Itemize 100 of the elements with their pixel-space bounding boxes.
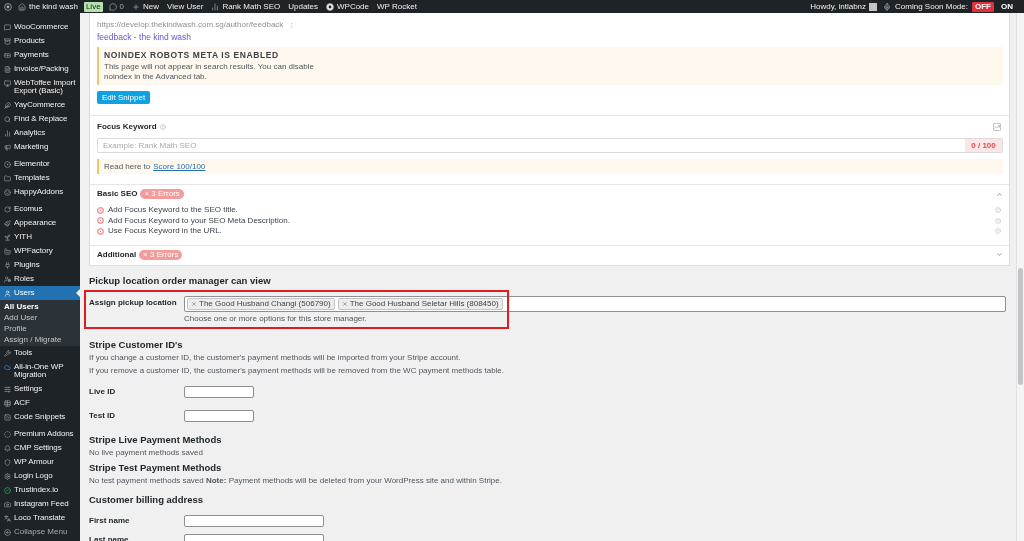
monitor-icon — [4, 79, 11, 87]
submenu-item[interactable]: All Users — [0, 301, 80, 312]
sidebar-item[interactable]: Premium Addons — [0, 427, 80, 441]
selected-tag[interactable]: The Good Husband Changi (506790) — [187, 297, 335, 310]
field-label: Test ID — [89, 410, 117, 421]
notice-title: NOINDEX ROBOTS META IS ENABLED — [104, 50, 280, 60]
sidebar-item[interactable]: HappyAddons — [0, 185, 80, 199]
section-title: Additional — [97, 249, 137, 260]
pickup-select[interactable]: The Good Husband Changi (506790) The Good Husband Seletar Hills (808450) — [184, 295, 1006, 312]
folder-icon — [4, 174, 11, 182]
table-icon — [4, 399, 11, 407]
chat-bubble-icon — [4, 23, 11, 31]
text-input[interactable] — [184, 385, 254, 398]
feather-icon — [4, 101, 11, 109]
section-title: Basic SEO — [97, 189, 138, 199]
sidebar-item[interactable]: Marketing — [0, 140, 80, 154]
submenu-item[interactable]: Assign / Migrate — [0, 334, 80, 345]
toolbar-link[interactable]: Updates — [286, 0, 320, 13]
section-heading: Stripe Live Payment Methods — [89, 433, 223, 445]
sidebar-item[interactable]: ACF — [0, 396, 80, 410]
toolbar-link[interactable]: WP Rocket — [375, 0, 419, 13]
toolbar-link[interactable]: New — [130, 0, 162, 13]
sidebar-item[interactable]: Templates — [0, 171, 80, 185]
sidebar-item[interactable]: CMP Settings — [0, 441, 80, 455]
section-heading: Pickup location order manager can view — [89, 274, 272, 286]
help-icon[interactable] — [995, 228, 1001, 235]
sidebar-item[interactable]: Elementor — [0, 157, 80, 171]
shield-icon — [4, 458, 11, 466]
bell-icon — [4, 444, 11, 452]
sidebar-item[interactable]: Invoice/Packing — [0, 62, 80, 76]
mode-label: Coming Soon Mode: — [895, 1, 968, 12]
sidebar-item[interactable]: WP Armour — [0, 455, 80, 469]
sidebar-item[interactable]: Users — [0, 286, 80, 300]
trend-chart-icon[interactable] — [993, 123, 1001, 131]
section-heading: Customer billing address — [89, 493, 205, 505]
sidebar-item[interactable]: Instagram Feed — [0, 497, 80, 511]
check-text: Use Focus Keyword in the URL. — [108, 226, 222, 237]
submenu-item[interactable]: Add User — [0, 312, 80, 323]
sidebar-item[interactable]: All-in-One WP Migration — [0, 360, 80, 382]
sidebar-item[interactable]: Find & Replace — [0, 112, 80, 126]
document-icon — [4, 65, 11, 73]
page-title-link[interactable]: feedback - the kind wash — [97, 32, 192, 42]
help-text: No live payment methods saved — [89, 447, 204, 458]
field-label: Last name — [89, 534, 130, 541]
mode-toggle-option[interactable]: ON — [998, 1, 1016, 12]
x-icon[interactable] — [191, 300, 197, 307]
toolbar-link[interactable]: View User — [165, 0, 206, 13]
x-icon[interactable] — [341, 300, 348, 307]
circle-logo-icon[interactable] — [4, 2, 12, 11]
scrollbar[interactable] — [1016, 13, 1024, 541]
scrollbar-thumb[interactable] — [1018, 268, 1023, 385]
help-text: No test payment methods saved Note: Payment methods will be deleted from your WordPress site and within Stripe. — [89, 475, 503, 486]
sidebar-item[interactable]: Payments — [0, 48, 80, 62]
toolbar-link[interactable]: WPCode — [324, 0, 371, 13]
mode-toggle-option[interactable]: OFF — [972, 1, 994, 12]
help-icon[interactable] — [995, 207, 1001, 214]
text-input[interactable] — [184, 409, 254, 422]
sidebar-item[interactable]: Analytics — [0, 126, 80, 140]
sidebar-item[interactable]: Code Snippets — [0, 410, 80, 424]
section-heading: Stripe Test Payment Methods — [89, 461, 223, 473]
wrench-icon — [4, 349, 11, 357]
sidebar-item[interactable]: Plugins — [0, 258, 80, 272]
sidebar-item[interactable]: Tools — [0, 346, 80, 360]
help-text: If you change a customer ID, the customer's payment methods will be imported from your Stripe account. — [89, 352, 462, 363]
sidebar-item[interactable]: YayCommerce — [0, 98, 80, 112]
smiley-icon — [4, 188, 11, 196]
toolbar-link[interactable]: Rank Math SEO — [209, 0, 283, 13]
selected-tag[interactable]: The Good Husband Seletar Hills (808450) — [337, 297, 503, 310]
field-label: First name — [89, 515, 131, 526]
sidebar-item[interactable]: Products — [0, 34, 80, 48]
help-icon[interactable] — [159, 124, 166, 130]
site-name-link[interactable]: the kind wash — [16, 0, 80, 13]
field-label: Focus Keyword — [97, 122, 157, 132]
account-menu[interactable]: Howdy, intlabnz — [808, 0, 880, 13]
submenu-item[interactable]: Profile — [0, 323, 80, 334]
sidebar-item[interactable]: YITH — [0, 230, 80, 244]
sidebar-item[interactable]: Trustindex.io — [0, 483, 80, 497]
sidebar-item[interactable]: WPFactory — [0, 244, 80, 258]
sidebar-item[interactable]: Loco Translate — [0, 511, 80, 525]
sidebar-item[interactable]: Login Logo — [0, 469, 80, 483]
sidebar-item[interactable]: WooCommerce — [0, 20, 80, 34]
code-icon — [4, 413, 11, 421]
score-link[interactable]: Score 100/100 — [153, 161, 206, 172]
help-icon[interactable] — [995, 217, 1001, 224]
comments-link[interactable]: 0 — [106, 0, 127, 13]
text-input[interactable] — [184, 514, 324, 527]
sidebar-item[interactable]: WebToffee Import Export (Basic) — [0, 76, 80, 98]
comment-icon — [108, 2, 117, 11]
sidebar-item[interactable]: Settings — [0, 382, 80, 396]
sidebar-item[interactable]: Appearance — [0, 216, 80, 230]
microphone-icon — [883, 2, 892, 11]
factory-icon — [4, 247, 11, 255]
sidebar-item[interactable]: Ecomus — [0, 202, 80, 216]
chevron-down-icon[interactable] — [996, 251, 1003, 258]
sidebar-item[interactable]: Roles — [0, 272, 80, 286]
chevron-up-icon[interactable] — [996, 190, 1003, 198]
collapse-menu-button[interactable]: Collapse Menu — [0, 525, 70, 539]
error-count-badge: × 3 Errors — [140, 189, 184, 199]
field-label: Live ID — [89, 386, 117, 397]
section-heading: Stripe Customer ID's — [89, 338, 184, 350]
